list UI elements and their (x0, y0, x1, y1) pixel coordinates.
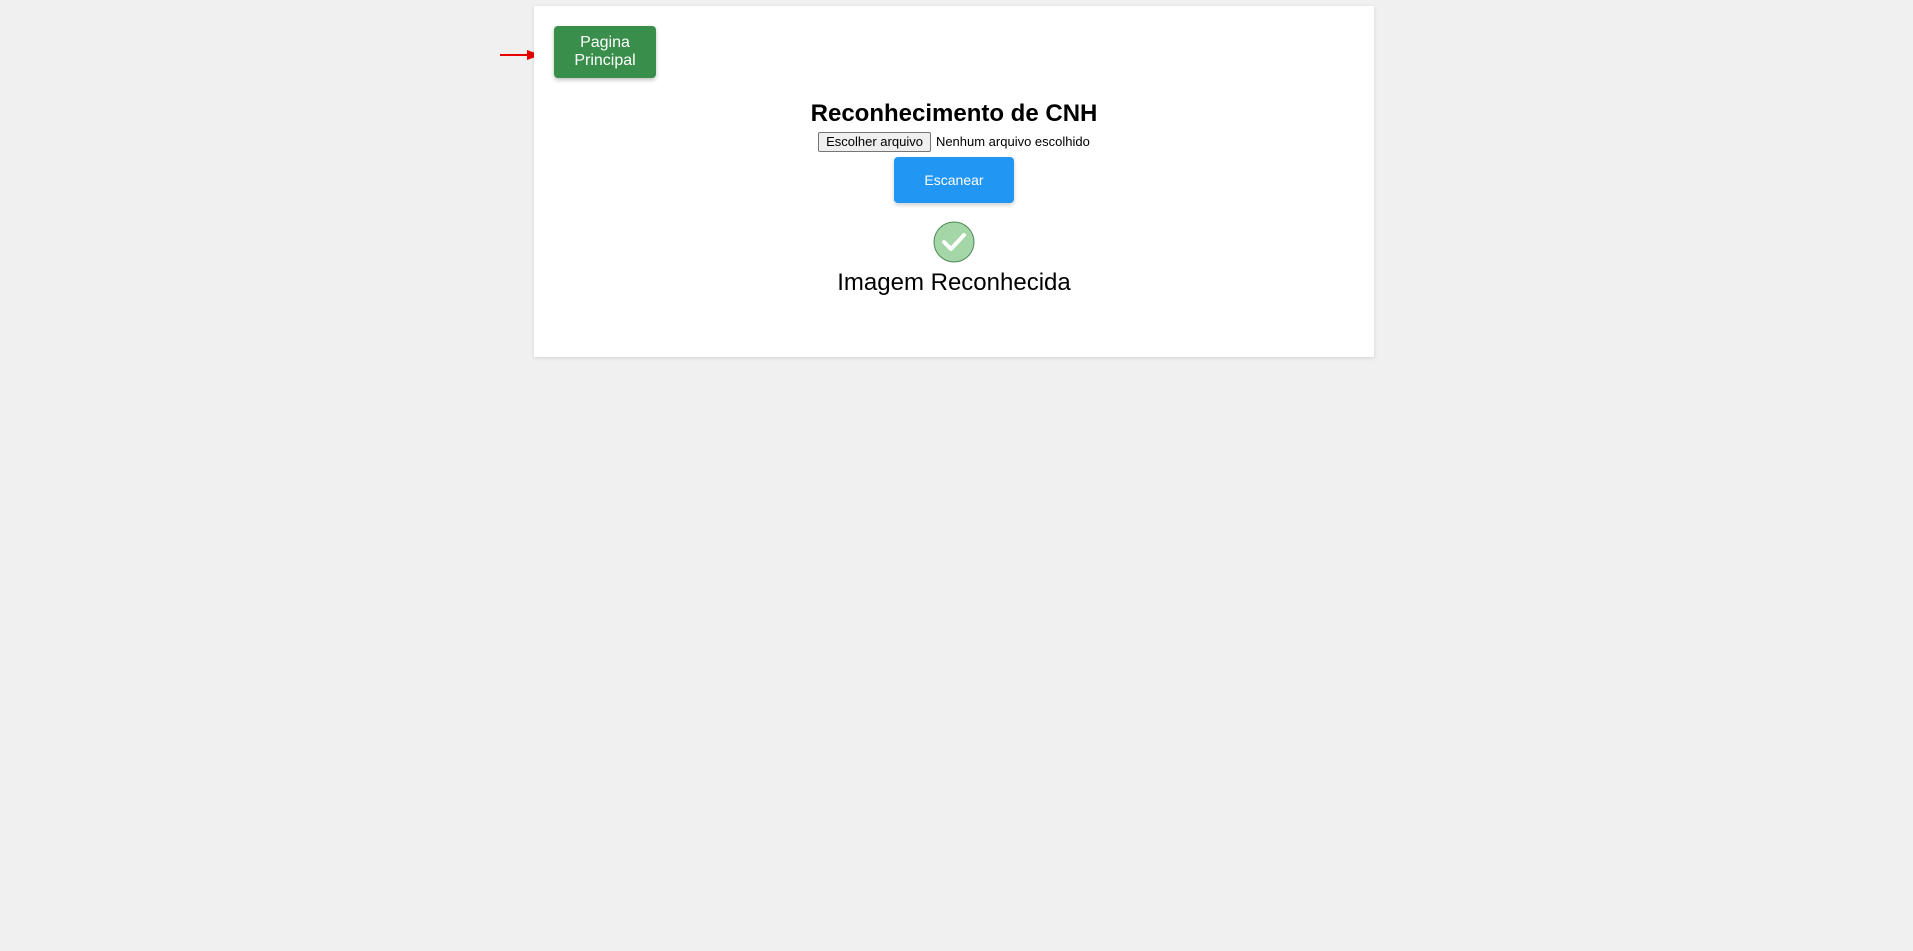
page: Pagina Principal Reconhecimento de CNH E… (0, 0, 1913, 951)
scan-button[interactable]: Escanear (894, 157, 1014, 203)
check-circle-icon (933, 221, 975, 263)
file-status-text: Nenhum arquivo escolhido (935, 134, 1090, 149)
result-message: Imagem Reconhecida (837, 269, 1071, 296)
home-page-button-label: Pagina Principal (574, 34, 636, 69)
home-page-button[interactable]: Pagina Principal (554, 26, 656, 78)
page-title: Reconhecimento de CNH (810, 100, 1098, 127)
main-card: Pagina Principal Reconhecimento de CNH E… (534, 6, 1374, 357)
file-input: Escolher arquivo Nenhum arquivo escolhid… (534, 132, 1374, 152)
choose-file-button[interactable]: Escolher arquivo (818, 132, 931, 152)
